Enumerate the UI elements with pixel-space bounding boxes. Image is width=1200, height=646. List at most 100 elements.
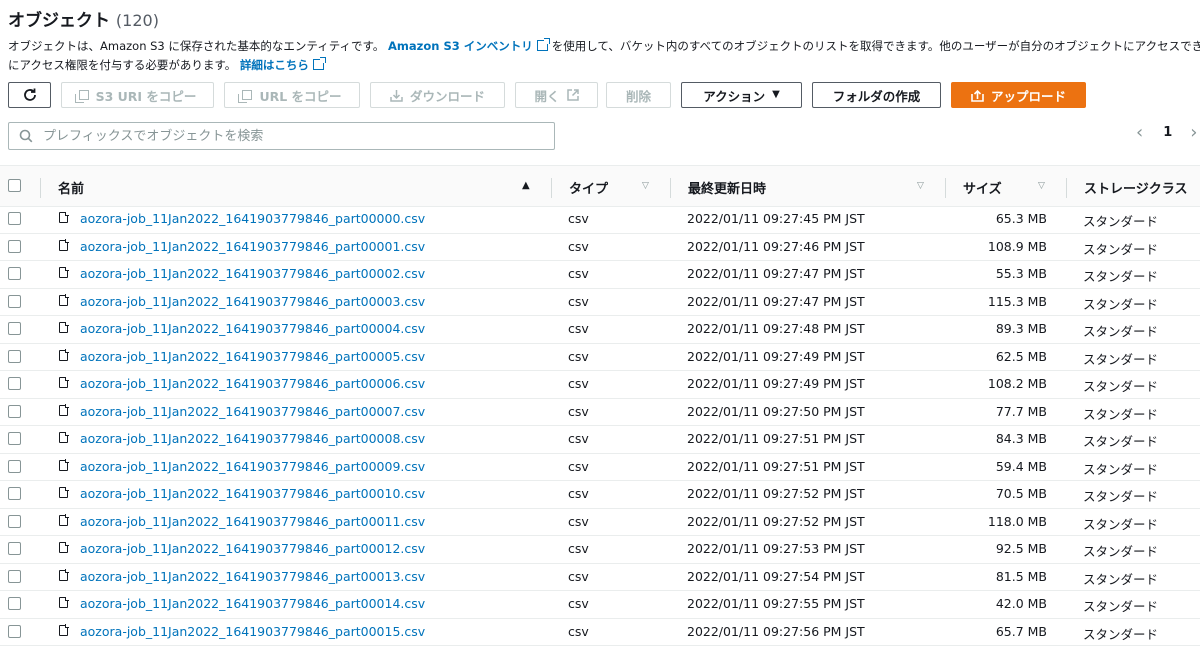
table-row[interactable]: aozora-job_11Jan2022_1641903779846_part0…	[0, 480, 1200, 509]
object-modified: 2022/01/11 09:27:51 PM JST	[687, 431, 865, 446]
inventory-link[interactable]: Amazon S3 インベントリ	[388, 39, 533, 53]
object-name-link[interactable]: aozora-job_11Jan2022_1641903779846_part0…	[80, 541, 425, 556]
open-button[interactable]: 開く	[515, 82, 598, 108]
object-size: 70.5 MB	[947, 486, 1047, 501]
object-name-link[interactable]: aozora-job_11Jan2022_1641903779846_part0…	[80, 569, 425, 584]
row-checkbox[interactable]	[8, 625, 21, 638]
download-label: ダウンロード	[410, 86, 485, 105]
chevron-right-icon[interactable]: ›	[1190, 122, 1197, 143]
object-storage-class: スタンダード	[1083, 569, 1158, 588]
object-type: csv	[568, 431, 589, 446]
copy-icon	[242, 90, 252, 100]
download-button[interactable]: ダウンロード	[370, 82, 505, 108]
file-icon	[59, 212, 68, 223]
row-checkbox[interactable]	[8, 212, 21, 225]
object-type: csv	[568, 211, 589, 226]
object-name-link[interactable]: aozora-job_11Jan2022_1641903779846_part0…	[80, 514, 425, 529]
object-name-link[interactable]: aozora-job_11Jan2022_1641903779846_part0…	[80, 376, 425, 391]
table-row[interactable]: aozora-job_11Jan2022_1641903779846_part0…	[0, 563, 1200, 592]
refresh-button[interactable]	[8, 82, 51, 108]
table-row[interactable]: aozora-job_11Jan2022_1641903779846_part0…	[0, 618, 1200, 646]
object-name-link[interactable]: aozora-job_11Jan2022_1641903779846_part0…	[80, 624, 425, 639]
table-row[interactable]: aozora-job_11Jan2022_1641903779846_part0…	[0, 343, 1200, 372]
row-checkbox[interactable]	[8, 322, 21, 335]
row-checkbox[interactable]	[8, 240, 21, 253]
copy-s3-uri-button[interactable]: S3 URI をコピー	[61, 82, 214, 108]
object-type: csv	[568, 459, 589, 474]
object-modified: 2022/01/11 09:27:52 PM JST	[687, 514, 865, 529]
table-row[interactable]: aozora-job_11Jan2022_1641903779846_part0…	[0, 370, 1200, 399]
external-link-icon	[313, 59, 324, 70]
actions-dropdown[interactable]: アクション ▼	[681, 82, 802, 108]
column-header-type[interactable]: タイプ	[569, 178, 608, 197]
copy-url-button[interactable]: URL をコピー	[224, 82, 360, 108]
delete-button[interactable]: 削除	[606, 82, 671, 108]
object-name-link[interactable]: aozora-job_11Jan2022_1641903779846_part0…	[80, 266, 425, 281]
object-name-link[interactable]: aozora-job_11Jan2022_1641903779846_part0…	[80, 349, 425, 364]
table-row[interactable]: aozora-job_11Jan2022_1641903779846_part0…	[0, 398, 1200, 427]
object-storage-class: スタンダード	[1083, 624, 1158, 643]
row-checkbox[interactable]	[8, 267, 21, 280]
object-name-link[interactable]: aozora-job_11Jan2022_1641903779846_part0…	[80, 321, 425, 336]
chevron-left-icon[interactable]: ‹	[1136, 122, 1143, 143]
search-input[interactable]	[41, 128, 525, 145]
sort-ascending-icon[interactable]: ▲	[522, 180, 530, 191]
learn-more-link[interactable]: 詳細はこちら	[240, 58, 309, 72]
row-checkbox[interactable]	[8, 432, 21, 445]
open-label: 開く	[534, 86, 559, 105]
table-row[interactable]: aozora-job_11Jan2022_1641903779846_part0…	[0, 425, 1200, 454]
object-name-link[interactable]: aozora-job_11Jan2022_1641903779846_part0…	[80, 596, 425, 611]
description: オブジェクトは、Amazon S3 に保存された基本的なエンティティです。 Am…	[8, 37, 1200, 75]
object-modified: 2022/01/11 09:27:49 PM JST	[687, 349, 865, 364]
sort-icon[interactable]: ▽	[642, 181, 649, 191]
object-name-link[interactable]: aozora-job_11Jan2022_1641903779846_part0…	[80, 211, 425, 226]
table-row[interactable]: aozora-job_11Jan2022_1641903779846_part0…	[0, 453, 1200, 482]
create-folder-label: フォルダの作成	[833, 86, 921, 105]
row-checkbox[interactable]	[8, 542, 21, 555]
object-name-link[interactable]: aozora-job_11Jan2022_1641903779846_part0…	[80, 431, 425, 446]
row-checkbox[interactable]	[8, 405, 21, 418]
object-modified: 2022/01/11 09:27:48 PM JST	[687, 321, 865, 336]
object-name-link[interactable]: aozora-job_11Jan2022_1641903779846_part0…	[80, 239, 425, 254]
row-checkbox[interactable]	[8, 295, 21, 308]
current-page[interactable]: 1	[1163, 125, 1172, 140]
row-checkbox[interactable]	[8, 460, 21, 473]
upload-button[interactable]: アップロード	[951, 82, 1086, 108]
object-type: csv	[568, 239, 589, 254]
page-title: オブジェクト (120)	[8, 6, 159, 31]
object-modified: 2022/01/11 09:27:47 PM JST	[687, 266, 865, 281]
sort-icon[interactable]: ▽	[917, 181, 924, 191]
sort-icon[interactable]: ▽	[1038, 181, 1045, 191]
create-folder-button[interactable]: フォルダの作成	[812, 82, 941, 108]
table-row[interactable]: aozora-job_11Jan2022_1641903779846_part0…	[0, 233, 1200, 262]
row-checkbox[interactable]	[8, 597, 21, 610]
object-modified: 2022/01/11 09:27:45 PM JST	[687, 211, 865, 226]
row-checkbox[interactable]	[8, 570, 21, 583]
table-row[interactable]: aozora-job_11Jan2022_1641903779846_part0…	[0, 508, 1200, 537]
object-name-link[interactable]: aozora-job_11Jan2022_1641903779846_part0…	[80, 459, 425, 474]
table-row[interactable]: aozora-job_11Jan2022_1641903779846_part0…	[0, 590, 1200, 619]
row-checkbox[interactable]	[8, 487, 21, 500]
table-row[interactable]: aozora-job_11Jan2022_1641903779846_part0…	[0, 288, 1200, 317]
search-box[interactable]	[8, 122, 555, 150]
object-name-link[interactable]: aozora-job_11Jan2022_1641903779846_part0…	[80, 486, 425, 501]
page-title-text: オブジェクト	[8, 11, 110, 31]
object-storage-class: スタンダード	[1083, 266, 1158, 285]
column-header-storage-class[interactable]: ストレージクラス	[1084, 178, 1187, 197]
object-name-link[interactable]: aozora-job_11Jan2022_1641903779846_part0…	[80, 294, 425, 309]
object-type: csv	[568, 486, 589, 501]
table-row[interactable]: aozora-job_11Jan2022_1641903779846_part0…	[0, 315, 1200, 344]
description-text-2: を使用して、バケット内のすべてのオブジェクトのリストを取得できます。他のユーザー…	[552, 39, 1200, 53]
table-row[interactable]: aozora-job_11Jan2022_1641903779846_part0…	[0, 535, 1200, 564]
row-checkbox[interactable]	[8, 377, 21, 390]
table-header: 名前 ▲ タイプ ▽ 最終更新日時 ▽ サイズ ▽ ストレージクラス	[0, 165, 1200, 207]
object-name-link[interactable]: aozora-job_11Jan2022_1641903779846_part0…	[80, 404, 425, 419]
row-checkbox[interactable]	[8, 350, 21, 363]
table-row[interactable]: aozora-job_11Jan2022_1641903779846_part0…	[0, 260, 1200, 289]
column-header-name[interactable]: 名前	[58, 178, 84, 197]
select-all-checkbox[interactable]	[8, 179, 21, 192]
column-header-modified[interactable]: 最終更新日時	[688, 178, 766, 197]
row-checkbox[interactable]	[8, 515, 21, 528]
column-header-size[interactable]: サイズ	[963, 178, 1002, 197]
table-row[interactable]: aozora-job_11Jan2022_1641903779846_part0…	[0, 205, 1200, 234]
